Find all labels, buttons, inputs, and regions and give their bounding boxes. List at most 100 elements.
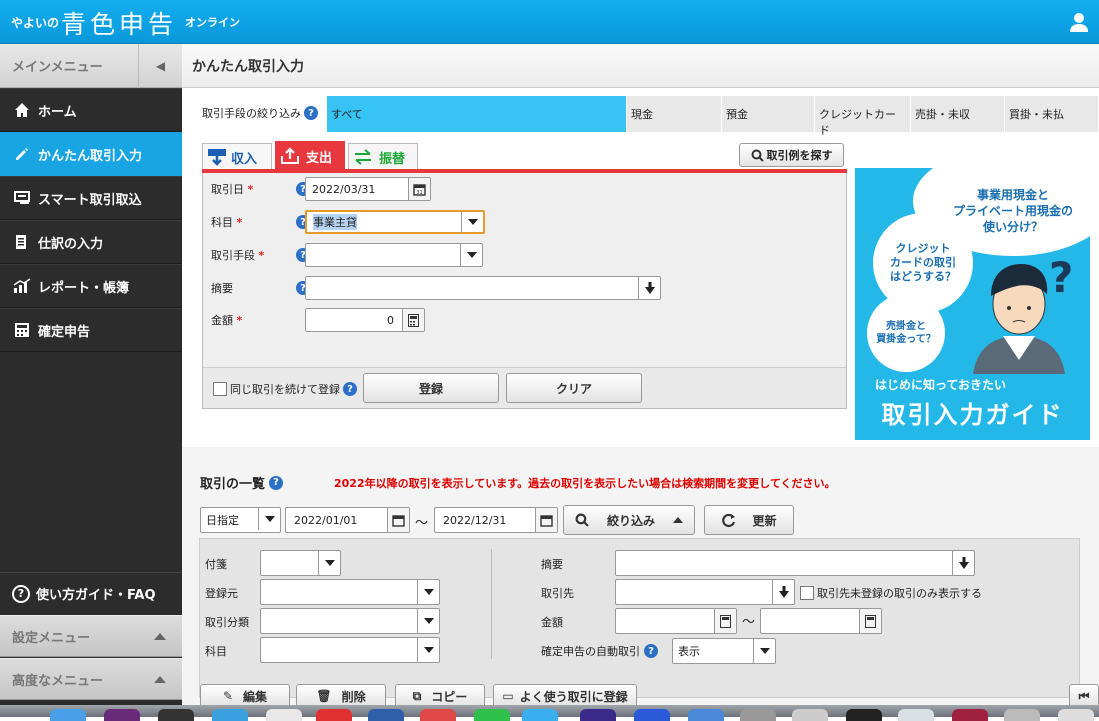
chevron-down-icon[interactable] <box>753 639 775 663</box>
date-field[interactable]: 2022/03/31 31 <box>305 177 431 201</box>
clear-button[interactable]: クリア <box>506 373 642 403</box>
tab-expense[interactable]: 支出 <box>275 141 345 170</box>
sidebar-item-guide-faq[interactable]: ? 使い方ガイド・FAQ <box>0 572 182 614</box>
dock-app-icon[interactable] <box>158 709 194 721</box>
dock-app-icon[interactable] <box>740 709 776 721</box>
chevron-up-icon <box>154 676 166 683</box>
income-icon <box>208 149 226 166</box>
refresh-label: 更新 <box>752 513 777 528</box>
filter-divider <box>491 549 492 659</box>
date-from-field[interactable]: 2022/01/01 <box>285 507 410 533</box>
dock-app-icon[interactable] <box>50 709 86 721</box>
chevron-down-icon[interactable] <box>318 551 340 575</box>
payment-tab-receivable[interactable]: 売掛・未収 <box>911 96 1005 132</box>
arrow-down-icon[interactable] <box>772 580 794 604</box>
date-to-field[interactable]: 2022/12/31 <box>434 507 558 533</box>
user-icon[interactable] <box>1067 10 1091 34</box>
continue-checkbox[interactable] <box>213 382 227 396</box>
period-type-select[interactable]: 日指定 <box>200 507 281 533</box>
summary-filter-input[interactable] <box>615 550 975 576</box>
account-select[interactable]: 事業主貸 <box>305 210 485 234</box>
tab-transfer[interactable]: 振替 <box>348 143 418 170</box>
dock-app-icon[interactable] <box>104 709 140 721</box>
partner-unregistered-option[interactable]: 取引先未登録の取引のみ表示する <box>800 585 982 601</box>
help-icon[interactable]: ? <box>343 382 357 396</box>
payment-tab-payable[interactable]: 買掛・未払 <box>1005 96 1099 132</box>
sidebar-item-home[interactable]: ホーム <box>0 88 182 132</box>
dock-app-icon[interactable] <box>1058 709 1094 721</box>
person-illustration-icon: ? <box>973 256 1073 374</box>
dock-app-icon[interactable] <box>898 709 934 721</box>
dock-app-icon[interactable] <box>522 709 558 721</box>
list-title: 取引の一覧? <box>200 473 284 492</box>
summary-input[interactable] <box>305 276 661 300</box>
payment-method-select[interactable] <box>305 243 483 267</box>
calculator-icon[interactable] <box>714 609 736 633</box>
dock-app-icon[interactable] <box>634 709 670 721</box>
arrow-down-icon[interactable] <box>952 551 974 575</box>
search-example-button[interactable]: 取引例を探す <box>739 143 844 167</box>
chevron-down-icon[interactable] <box>417 638 439 662</box>
payment-tab-deposit[interactable]: 預金 <box>722 96 815 132</box>
filter-toggle-button[interactable]: 絞り込み <box>563 505 695 535</box>
chevron-down-icon[interactable] <box>461 211 483 233</box>
dock-app-icon[interactable] <box>212 709 248 721</box>
dock-app-icon[interactable] <box>1004 709 1040 721</box>
date-label-text: 取引日 <box>211 183 244 196</box>
calculator-icon[interactable] <box>859 609 881 633</box>
brand-logo[interactable]: 青色申告 <box>61 5 177 41</box>
payment-tab-credit-card[interactable]: クレジットカード <box>815 96 911 137</box>
amount-input[interactable]: 0 <box>305 308 425 332</box>
amount-from-input[interactable] <box>615 608 737 634</box>
payment-method-filter: 取引手段の絞り込み? すべて 現金 預金 クレジットカード 売掛・未収 買掛・未… <box>182 96 1099 137</box>
category-select[interactable] <box>260 608 440 634</box>
dock-app-icon[interactable] <box>474 709 510 721</box>
dock-app-icon[interactable] <box>316 709 352 721</box>
input-guide-banner[interactable]: 事業用現金と プライベート用現金の 使い分け？ クレジット カードの取引 はどう… <box>855 168 1090 440</box>
calendar-icon[interactable]: 31 <box>408 178 430 200</box>
partner-input[interactable] <box>615 579 795 605</box>
help-icon[interactable]: ? <box>304 106 318 120</box>
calendar-icon[interactable] <box>535 508 557 532</box>
payment-tab-all[interactable]: すべて <box>327 96 627 132</box>
auto-transaction-select[interactable]: 表示 <box>672 638 776 664</box>
date-label: 取引日 * <box>211 181 287 197</box>
method-label: 取引手段 * <box>211 247 287 263</box>
dock-app-icon[interactable] <box>266 709 302 721</box>
dock-app-icon[interactable] <box>580 709 616 721</box>
calculator-icon[interactable] <box>402 309 424 331</box>
advanced-menu-toggle[interactable]: 高度なメニュー <box>0 658 182 700</box>
calendar-icon[interactable] <box>387 508 409 532</box>
chevron-down-icon[interactable] <box>460 244 482 266</box>
collapse-sidebar-button[interactable]: ◀ <box>138 43 182 88</box>
chevron-down-icon[interactable] <box>258 508 280 530</box>
settings-menu-toggle[interactable]: 設定メニュー <box>0 615 182 657</box>
dock-app-icon[interactable] <box>846 709 882 721</box>
dock-app-icon[interactable] <box>952 709 988 721</box>
chevron-down-icon[interactable] <box>417 580 439 604</box>
dock-app-icon[interactable] <box>792 709 828 721</box>
dock-app-icon[interactable] <box>420 709 456 721</box>
partner-unregistered-checkbox[interactable] <box>800 586 814 600</box>
sidebar-item-reports[interactable]: レポート・帳簿 <box>0 264 182 308</box>
refresh-button[interactable]: 更新 <box>704 505 794 535</box>
account-filter-select[interactable] <box>260 637 440 663</box>
source-select[interactable] <box>260 579 440 605</box>
dock-app-icon[interactable] <box>688 709 724 721</box>
continue-register-option[interactable]: 同じ取引を続けて登録 ? <box>213 381 357 397</box>
dock-app-icon[interactable] <box>368 709 404 721</box>
sidebar-item-smart-import[interactable]: スマート取引取込 <box>0 176 182 220</box>
help-icon[interactable]: ? <box>644 644 658 658</box>
sidebar-item-tax-return[interactable]: 確定申告 <box>0 308 182 352</box>
amount-to-input[interactable] <box>760 608 882 634</box>
tag-select[interactable] <box>260 550 341 576</box>
help-icon[interactable]: ? <box>269 475 284 490</box>
sidebar-item-quick-entry[interactable]: かんたん取引入力 <box>0 132 182 176</box>
sidebar-item-label: ホーム <box>38 104 77 120</box>
tab-income[interactable]: 収入 <box>202 143 272 170</box>
register-button[interactable]: 登録 <box>363 373 499 403</box>
sidebar-item-journal[interactable]: 仕訳の入力 <box>0 220 182 264</box>
arrow-down-icon[interactable] <box>638 277 660 299</box>
payment-tab-cash[interactable]: 現金 <box>627 96 722 132</box>
chevron-down-icon[interactable] <box>417 609 439 633</box>
